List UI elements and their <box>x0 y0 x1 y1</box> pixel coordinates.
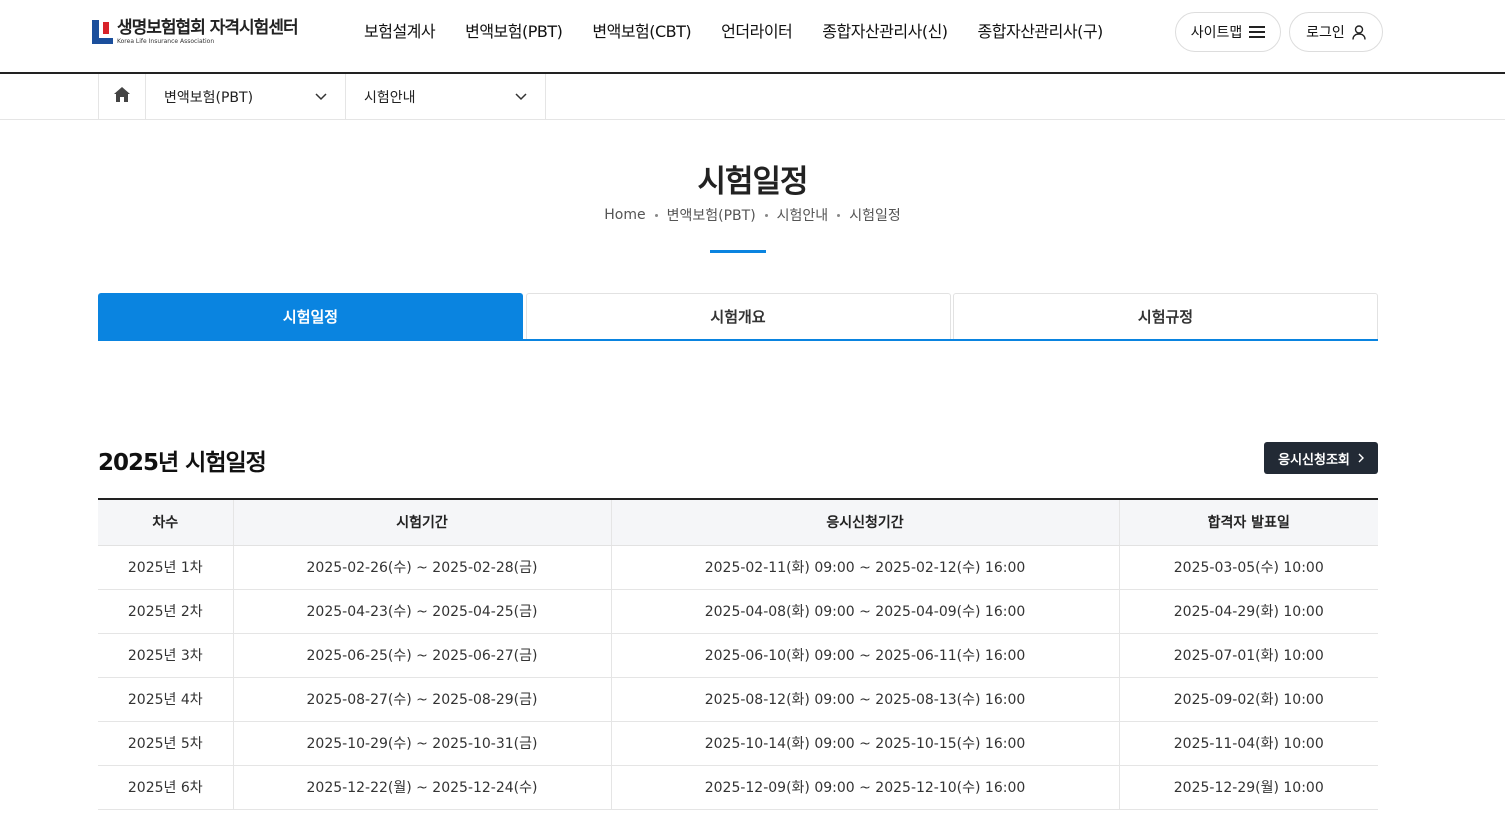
cell-application-period: 2025-10-14(화) 09:00 ~ 2025-10-15(수) 16:0… <box>610 721 1119 766</box>
page-title: 시험일정 <box>697 164 808 200</box>
column-header-round: 차수 <box>98 498 233 546</box>
table-header-row: 차수 시험기간 응시신청기간 합격자 발표일 <box>98 498 1378 546</box>
tab-exam-schedule[interactable]: 시험일정 <box>98 293 523 339</box>
content-tabs: 시험일정 시험개요 시험규정 <box>98 293 1378 341</box>
breadcrumb-home[interactable]: Home <box>604 207 645 223</box>
home-icon <box>114 87 130 106</box>
column-header-result-date: 합격자 발표일 <box>1118 498 1378 546</box>
table-row: 2025년 6차 2025-12-22(월) ~ 2025-12-24(수) 2… <box>98 765 1378 810</box>
location-select-category[interactable]: 변액보험(PBT) <box>146 74 346 119</box>
tab-exam-overview[interactable]: 시험개요 <box>525 293 951 339</box>
table-row: 2025년 3차 2025-06-25(수) ~ 2025-06-27(금) 2… <box>98 633 1378 678</box>
breadcrumb-category[interactable]: 변액보험(PBT) <box>667 205 756 225</box>
logo-title: 생명보험협회 자격시험센터 <box>117 17 299 38</box>
location-bar: 변액보험(PBT) 시험안내 <box>0 74 1505 120</box>
breadcrumb-submenu[interactable]: 시험안내 <box>777 205 829 225</box>
cell-exam-period: 2025-12-22(월) ~ 2025-12-24(수) <box>232 765 611 810</box>
location-select-category-value: 변액보험(PBT) <box>164 89 254 106</box>
cell-exam-period: 2025-04-23(수) ~ 2025-04-25(금) <box>232 589 611 634</box>
sitemap-label: 사이트맵 <box>1190 25 1243 41</box>
home-button[interactable] <box>98 74 146 119</box>
site-header: 생명보험협회 자격시험센터 Korea Life Insurance Assoc… <box>0 0 1505 74</box>
location-select-submenu-value: 시험안내 <box>364 89 416 106</box>
cell-result-date: 2025-07-01(화) 10:00 <box>1118 633 1378 678</box>
breadcrumb-separator <box>837 213 841 217</box>
section-title: 2025년 시험일정 <box>98 450 267 476</box>
person-icon <box>1352 24 1366 40</box>
breadcrumb-separator <box>764 213 768 217</box>
logo-subtitle: Korea Life Insurance Association <box>117 37 215 45</box>
nav-item-variable-pbt[interactable]: 변액보험(PBT) <box>465 20 563 44</box>
location-select-submenu[interactable]: 시험안내 <box>346 74 546 119</box>
login-button[interactable]: 로그인 <box>1289 12 1383 52</box>
cell-result-date: 2025-11-04(화) 10:00 <box>1118 721 1378 766</box>
logo-mark-icon <box>92 20 113 44</box>
chevron-right-icon <box>1358 453 1364 463</box>
cell-application-period: 2025-02-11(화) 09:00 ~ 2025-02-12(수) 16:0… <box>610 545 1119 590</box>
cell-exam-period: 2025-08-27(수) ~ 2025-08-29(금) <box>232 677 611 722</box>
column-header-exam-period: 시험기간 <box>232 498 611 546</box>
cell-round: 2025년 3차 <box>98 633 233 678</box>
hamburger-icon <box>1249 26 1266 38</box>
cell-application-period: 2025-12-09(화) 09:00 ~ 2025-12-10(수) 16:0… <box>610 765 1119 810</box>
cell-exam-period: 2025-10-29(수) ~ 2025-10-31(금) <box>232 721 611 766</box>
site-logo[interactable]: 생명보험협회 자격시험센터 Korea Life Insurance Assoc… <box>92 17 299 46</box>
chevron-down-icon <box>315 89 327 105</box>
column-header-application-period: 응시신청기간 <box>610 498 1119 546</box>
cell-result-date: 2025-03-05(수) 10:00 <box>1118 545 1378 590</box>
chevron-down-icon <box>515 89 527 105</box>
table-row: 2025년 4차 2025-08-27(수) ~ 2025-08-29(금) 2… <box>98 677 1378 722</box>
nav-item-planner[interactable]: 보험설계사 <box>364 20 436 44</box>
nav-item-asset-manager-new[interactable]: 종합자산관리사(신) <box>822 20 948 44</box>
table-row: 2025년 1차 2025-02-26(수) ~ 2025-02-28(금) 2… <box>98 545 1378 590</box>
cell-application-period: 2025-04-08(화) 09:00 ~ 2025-04-09(수) 16:0… <box>610 589 1119 634</box>
cell-round: 2025년 5차 <box>98 721 233 766</box>
nav-item-underwriter[interactable]: 언더라이터 <box>721 20 793 44</box>
cell-result-date: 2025-12-29(월) 10:00 <box>1118 765 1378 810</box>
main-nav: 보험설계사 변액보험(PBT) 변액보험(CBT) 언더라이터 종합자산관리사(… <box>364 20 1133 44</box>
table-row: 2025년 2차 2025-04-23(수) ~ 2025-04-25(금) 2… <box>98 589 1378 634</box>
login-label: 로그인 <box>1306 25 1345 41</box>
apply-lookup-label: 응시신청조회 <box>1278 452 1350 468</box>
tab-exam-rules[interactable]: 시험규정 <box>953 293 1378 339</box>
cell-round: 2025년 4차 <box>98 677 233 722</box>
cell-application-period: 2025-08-12(화) 09:00 ~ 2025-08-13(수) 16:0… <box>610 677 1119 722</box>
cell-result-date: 2025-04-29(화) 10:00 <box>1118 589 1378 634</box>
breadcrumb-separator <box>654 213 658 217</box>
exam-schedule-table: 차수 시험기간 응시신청기간 합격자 발표일 2025년 1차 2025-02-… <box>98 498 1378 810</box>
cell-round: 2025년 1차 <box>98 545 233 590</box>
sitemap-button[interactable]: 사이트맵 <box>1175 12 1281 52</box>
nav-item-asset-manager-old[interactable]: 종합자산관리사(구) <box>978 20 1104 44</box>
cell-round: 2025년 6차 <box>98 765 233 810</box>
cell-exam-period: 2025-02-26(수) ~ 2025-02-28(금) <box>232 545 611 590</box>
nav-item-variable-cbt[interactable]: 변액보험(CBT) <box>592 20 691 44</box>
title-underline <box>710 250 766 253</box>
breadcrumb: Home 변액보험(PBT) 시험안내 시험일정 <box>0 205 1505 225</box>
cell-result-date: 2025-09-02(화) 10:00 <box>1118 677 1378 722</box>
breadcrumb-current: 시험일정 <box>849 208 901 224</box>
table-row: 2025년 5차 2025-10-29(수) ~ 2025-10-31(금) 2… <box>98 721 1378 766</box>
cell-application-period: 2025-06-10(화) 09:00 ~ 2025-06-11(수) 16:0… <box>610 633 1119 678</box>
cell-round: 2025년 2차 <box>98 589 233 634</box>
cell-exam-period: 2025-06-25(수) ~ 2025-06-27(금) <box>232 633 611 678</box>
apply-lookup-button[interactable]: 응시신청조회 <box>1264 442 1378 474</box>
